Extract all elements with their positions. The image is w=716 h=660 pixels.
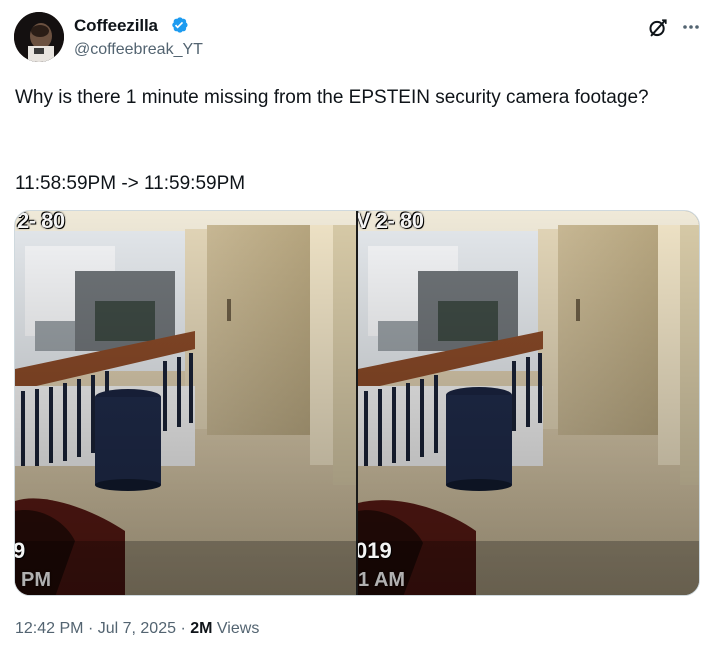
views-count[interactable]: 2M: [190, 620, 212, 637]
tweet-meta: 12:42 PM · Jul 7, 2025 · 2M Views: [15, 620, 259, 638]
avatar[interactable]: [14, 12, 64, 62]
camera-overlay-id: 2- 80: [17, 211, 65, 233]
security-camera-frame-right[interactable]: V 2- 80 019 1 AM: [358, 211, 699, 595]
tweet-date[interactable]: Jul 7, 2025: [98, 620, 176, 637]
tweet-time[interactable]: 12:42 PM: [15, 620, 83, 637]
author-display-name[interactable]: Coffeezilla: [74, 16, 158, 36]
tweet-media[interactable]: 2- 80 9 PM: [14, 210, 700, 596]
meta-separator: ·: [87, 620, 94, 637]
meta-separator: ·: [180, 620, 186, 637]
views-label[interactable]: Views: [217, 620, 259, 637]
author-handle[interactable]: @coffeebreak_YT: [74, 41, 203, 59]
camera-overlay-time: 1 AM: [358, 569, 406, 591]
more-icon[interactable]: [680, 19, 702, 35]
tweet-text: Why is there 1 minute missing from the E…: [15, 87, 649, 108]
verified-badge-icon: [172, 17, 188, 33]
camera-overlay-time: PM: [21, 569, 51, 591]
security-camera-image: [15, 211, 356, 595]
security-camera-image: [358, 211, 699, 595]
camera-overlay-id: V 2- 80: [358, 211, 424, 233]
tweet-timestamps-line: 11:58:59PM -> 11:59:59PM: [15, 173, 246, 194]
camera-overlay-date: 9: [15, 538, 25, 564]
tweet-card: Coffeezilla @coffeebreak_YT Why is there…: [0, 0, 716, 660]
grok-icon[interactable]: [647, 17, 669, 39]
camera-overlay-date: 019: [358, 538, 392, 563]
security-camera-frame-left[interactable]: 2- 80 9 PM: [15, 211, 356, 595]
